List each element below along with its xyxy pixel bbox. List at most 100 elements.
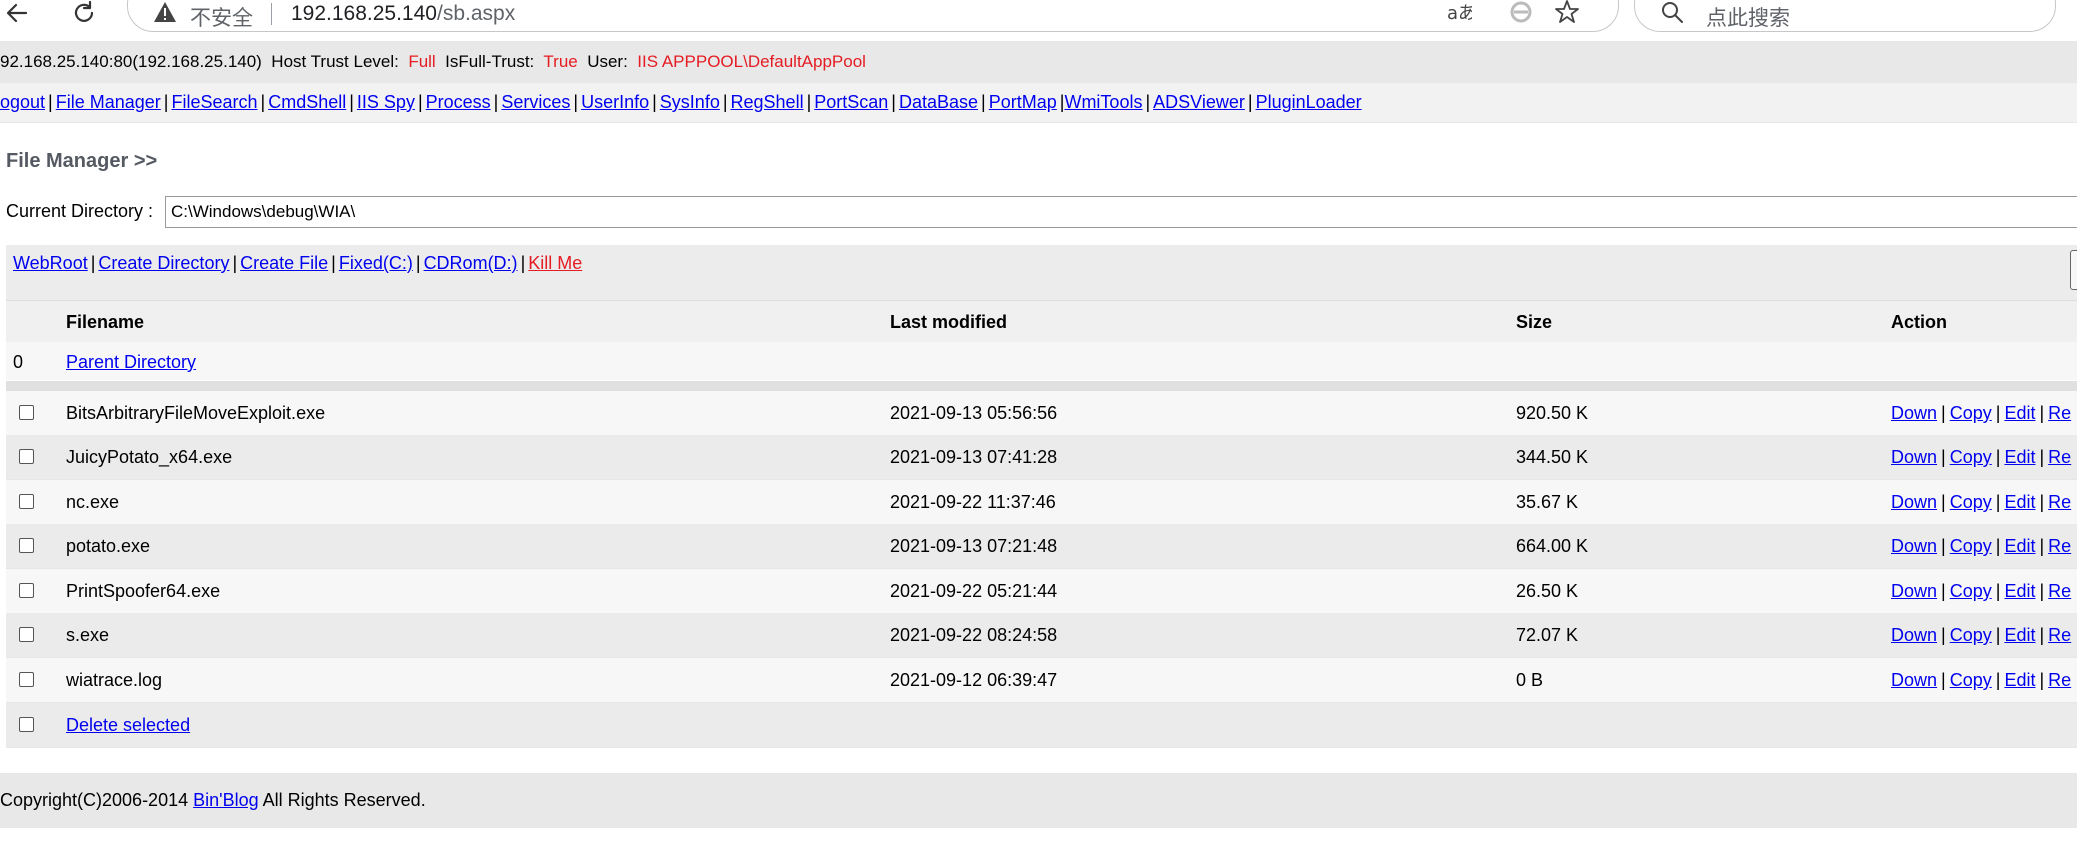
table-row: s.exe 2021-09-22 08:24:58 72.07 K Down | C… bbox=[6, 613, 2077, 658]
download-link[interactable]: Down bbox=[1891, 403, 1937, 423]
rename-link[interactable]: Re bbox=[2048, 447, 2071, 467]
row-checkbox[interactable] bbox=[19, 672, 34, 687]
reload-icon[interactable] bbox=[67, 0, 101, 30]
back-icon[interactable] bbox=[0, 0, 34, 30]
file-actions: Down | Copy | Edit | Re bbox=[1891, 625, 2071, 646]
nav-wmitools[interactable]: WmiTools bbox=[1064, 92, 1142, 112]
nav-iis-spy[interactable]: IIS Spy bbox=[357, 92, 415, 112]
rename-link[interactable]: Re bbox=[2048, 581, 2071, 601]
action-separator: | bbox=[2039, 625, 2045, 645]
nav-file-manager[interactable]: File Manager bbox=[56, 92, 161, 112]
download-link[interactable]: Down bbox=[1891, 670, 1937, 690]
main-navigation: ogout | File Manager | FileSearch | CmdShell | I… bbox=[0, 83, 2077, 123]
rename-link[interactable]: Re bbox=[2048, 403, 2071, 423]
delete-selected-row: Delete selected bbox=[6, 703, 2077, 748]
nav-services[interactable]: Services bbox=[501, 92, 570, 112]
copy-link[interactable]: Copy bbox=[1950, 670, 1992, 690]
row-checkbox[interactable] bbox=[19, 405, 34, 420]
action-separator: | bbox=[1995, 403, 2001, 423]
rename-link[interactable]: Re bbox=[2048, 536, 2071, 556]
blog-link[interactable]: Bin'Blog bbox=[193, 790, 258, 810]
nav-portscan[interactable]: PortScan bbox=[814, 92, 888, 112]
nav-separator: | bbox=[573, 92, 579, 112]
browser-search-box[interactable]: 点此搜索 bbox=[1634, 0, 2056, 32]
nav-process[interactable]: Process bbox=[426, 92, 491, 112]
file-modified: 2021-09-13 05:56:56 bbox=[890, 403, 1058, 423]
nav-portmap[interactable]: PortMap bbox=[989, 92, 1057, 112]
table-row: PrintSpoofer64.exe 2021-09-22 05:21:44 2… bbox=[6, 569, 2077, 614]
insecure-label[interactable]: 不安全 bbox=[190, 2, 253, 32]
nav-cmd-shell[interactable]: CmdShell bbox=[268, 92, 346, 112]
host-info-bar: 92.168.25.140:80(192.168.25.140) Host Tr… bbox=[0, 41, 2077, 83]
copy-link[interactable]: Copy bbox=[1950, 625, 1992, 645]
user-value: IIS APPPOOL\DefaultAppPool bbox=[637, 52, 866, 71]
edit-link[interactable]: Edit bbox=[2004, 447, 2035, 467]
header-size: Size bbox=[1516, 312, 1553, 332]
select-all-checkbox[interactable] bbox=[19, 717, 34, 732]
rename-link[interactable]: Re bbox=[2048, 670, 2071, 690]
rename-link[interactable]: Re bbox=[2048, 492, 2071, 512]
favorite-star-icon[interactable] bbox=[1554, 0, 1580, 30]
warning-icon[interactable] bbox=[153, 1, 177, 28]
edit-link[interactable]: Edit bbox=[2004, 625, 2035, 645]
file-size: 35.67 K bbox=[1516, 492, 1579, 512]
edit-link[interactable]: Edit bbox=[2004, 581, 2035, 601]
copy-link[interactable]: Copy bbox=[1950, 536, 1992, 556]
trust-level-value: Full bbox=[408, 52, 436, 71]
download-link[interactable]: Down bbox=[1891, 447, 1937, 467]
nav-adsviewer[interactable]: ADSViewer bbox=[1153, 92, 1245, 112]
row-checkbox[interactable] bbox=[19, 449, 34, 464]
file-actions: Down | Copy | Edit | Re bbox=[1891, 581, 2071, 602]
nav-separator: | bbox=[891, 92, 896, 112]
nav-sysinfo[interactable]: SysInfo bbox=[660, 92, 720, 112]
copy-link[interactable]: Copy bbox=[1950, 581, 1992, 601]
copy-link[interactable]: Copy bbox=[1950, 492, 1992, 512]
quick-links-bar: WebRoot | Create Directory | Create File | Fix… bbox=[6, 245, 2077, 300]
copy-link[interactable]: Copy bbox=[1950, 403, 1992, 423]
row-checkbox[interactable] bbox=[19, 538, 34, 553]
create-file-link[interactable]: Create File bbox=[240, 253, 328, 273]
search-placeholder: 点此搜索 bbox=[1706, 6, 1790, 30]
download-link[interactable]: Down bbox=[1891, 581, 1937, 601]
address-bar[interactable]: 不安全 192.168.25.140/sb.aspx aあ bbox=[127, 0, 1619, 32]
footer: Copyright(C)2006-2014 Bin'Blog All Right… bbox=[0, 773, 2077, 828]
row-checkbox[interactable] bbox=[19, 583, 34, 598]
download-link[interactable]: Down bbox=[1891, 625, 1937, 645]
kill-me-link[interactable]: Kill Me bbox=[528, 253, 582, 273]
translate-icon[interactable]: aあ bbox=[1446, 0, 1476, 30]
nav-database[interactable]: DataBase bbox=[899, 92, 978, 112]
current-directory-input[interactable] bbox=[165, 196, 2077, 228]
parent-directory-link[interactable]: Parent Directory bbox=[66, 352, 196, 373]
extension-icon[interactable] bbox=[1508, 0, 1534, 30]
nav-logout[interactable]: ogout bbox=[0, 92, 45, 112]
nav-separator: | bbox=[493, 92, 499, 112]
nav-file-search[interactable]: FileSearch bbox=[171, 92, 257, 112]
file-actions: Down | Copy | Edit | Re bbox=[1891, 536, 2071, 557]
url-text[interactable]: 192.168.25.140/sb.aspx bbox=[291, 2, 515, 26]
file-modified: 2021-09-13 07:41:28 bbox=[890, 447, 1058, 467]
nav-separator: | bbox=[806, 92, 812, 112]
address-divider bbox=[271, 3, 272, 25]
download-link[interactable]: Down bbox=[1891, 492, 1937, 512]
edit-link[interactable]: Edit bbox=[2004, 492, 2035, 512]
copy-link[interactable]: Copy bbox=[1950, 447, 1992, 467]
edit-link[interactable]: Edit bbox=[2004, 536, 2035, 556]
nav-userinfo[interactable]: UserInfo bbox=[581, 92, 649, 112]
row-checkbox[interactable] bbox=[19, 627, 34, 642]
upload-button[interactable] bbox=[2070, 250, 2077, 290]
search-icon[interactable] bbox=[1660, 0, 1684, 29]
delete-selected-link[interactable]: Delete selected bbox=[66, 715, 190, 736]
fixed-drive-link[interactable]: Fixed(C:) bbox=[339, 253, 413, 273]
nav-pluginloader[interactable]: PluginLoader bbox=[1256, 92, 1362, 112]
nav-regshell[interactable]: RegShell bbox=[731, 92, 804, 112]
download-link[interactable]: Down bbox=[1891, 536, 1937, 556]
webroot-link[interactable]: WebRoot bbox=[13, 253, 88, 273]
cdrom-drive-link[interactable]: CDRom(D:) bbox=[424, 253, 518, 273]
edit-link[interactable]: Edit bbox=[2004, 403, 2035, 423]
edit-link[interactable]: Edit bbox=[2004, 670, 2035, 690]
create-directory-link[interactable]: Create Directory bbox=[98, 253, 229, 273]
file-modified: 2021-09-22 05:21:44 bbox=[890, 581, 1058, 601]
full-trust-value: True bbox=[543, 52, 578, 71]
rename-link[interactable]: Re bbox=[2048, 625, 2071, 645]
row-checkbox[interactable] bbox=[19, 494, 34, 509]
